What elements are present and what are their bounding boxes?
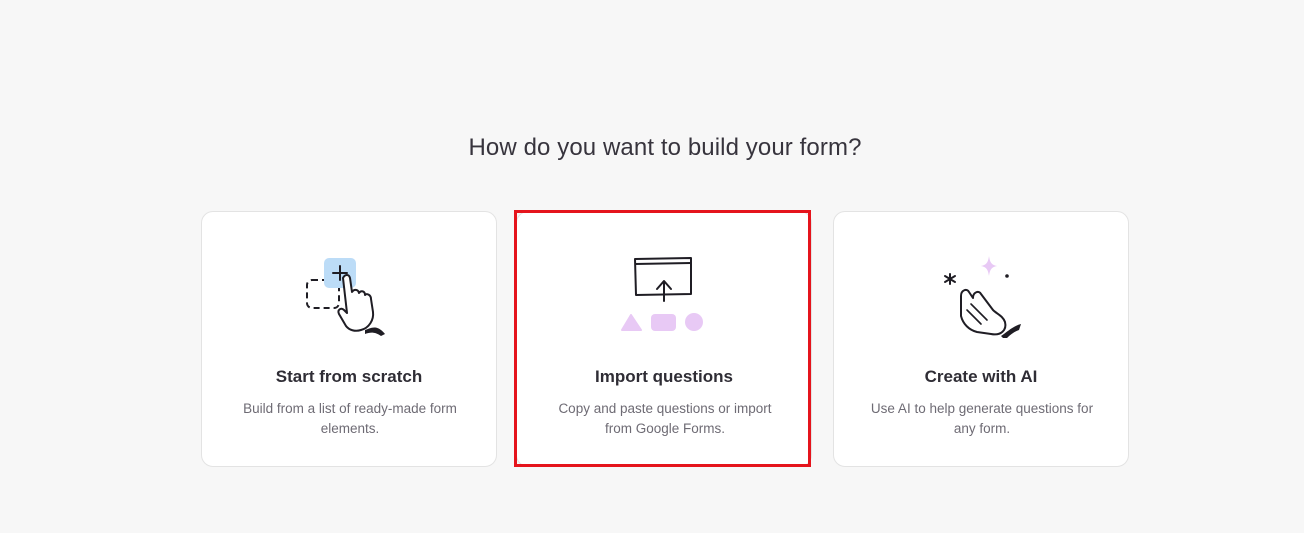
card-title: Start from scratch (275, 367, 423, 386)
form-builder-start-page: How do you want to build your form? Star… (0, 0, 1304, 533)
create-with-ai-card[interactable]: Create with AI Use AI to help generate q… (833, 211, 1129, 467)
card-description: Copy and paste questions or import from … (558, 401, 772, 436)
card-description: Build from a list of ready-made form ele… (243, 401, 457, 436)
import-questions-card[interactable]: Import questions Copy and paste question… (516, 211, 812, 467)
page-title: How do you want to build your form? (468, 134, 862, 161)
hand-add-block-icon (299, 254, 399, 338)
start-from-scratch-card[interactable]: Start from scratch Build from a list of … (201, 211, 497, 467)
card-title: Import questions (595, 367, 733, 386)
ai-magic-hand-icon (931, 254, 1031, 338)
import-upload-icon (614, 254, 714, 338)
card-description: Use AI to help generate questions for an… (870, 401, 1094, 436)
card-title: Create with AI (924, 367, 1038, 386)
